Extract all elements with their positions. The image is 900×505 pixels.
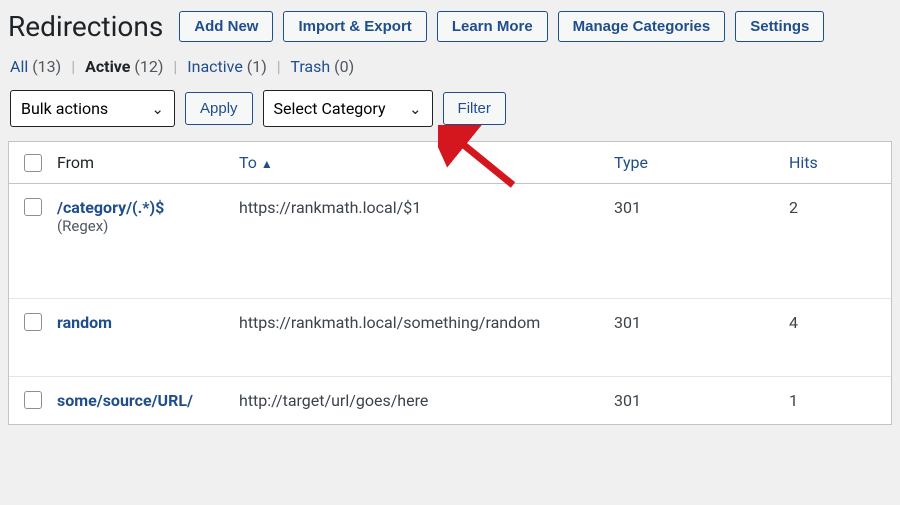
from-link[interactable]: random bbox=[57, 313, 231, 332]
from-sublabel: (Regex) bbox=[57, 217, 231, 235]
column-header-to[interactable]: To ▲ bbox=[239, 153, 614, 172]
learn-more-button[interactable]: Learn More bbox=[437, 11, 548, 42]
apply-button[interactable]: Apply bbox=[185, 92, 253, 125]
chevron-down-icon: ⌄ bbox=[409, 100, 422, 118]
table-row: some/source/URL/ http://target/url/goes/… bbox=[9, 377, 891, 424]
bulk-actions-select[interactable]: Bulk actions ⌄ bbox=[10, 90, 175, 127]
from-link[interactable]: some/source/URL/ bbox=[57, 391, 231, 410]
sort-asc-icon: ▲ bbox=[261, 157, 273, 171]
filter-all[interactable]: All bbox=[10, 57, 28, 76]
row-checkbox[interactable] bbox=[24, 313, 42, 331]
type-cell: 301 bbox=[614, 391, 789, 410]
filter-active-count: (12) bbox=[134, 57, 163, 76]
row-checkbox[interactable] bbox=[24, 198, 42, 216]
hits-cell: 2 bbox=[789, 198, 891, 217]
to-cell: http://target/url/goes/here bbox=[239, 391, 614, 410]
filter-trash-count: (0) bbox=[334, 57, 354, 76]
to-cell: https://rankmath.local/something/random bbox=[239, 313, 614, 332]
type-cell: 301 bbox=[614, 198, 789, 217]
filter-all-count: (13) bbox=[32, 57, 61, 76]
to-cell: https://rankmath.local/$1 bbox=[239, 198, 614, 217]
select-category-label: Select Category bbox=[274, 99, 386, 118]
chevron-down-icon: ⌄ bbox=[151, 100, 164, 118]
table-row: /category/(.*)$ (Regex) https://rankmath… bbox=[9, 184, 891, 299]
column-header-from[interactable]: From bbox=[57, 153, 239, 172]
add-new-button[interactable]: Add New bbox=[179, 11, 273, 42]
filter-inactive-count: (1) bbox=[247, 57, 267, 76]
select-all-checkbox[interactable] bbox=[24, 154, 42, 172]
from-link[interactable]: /category/(.*)$ bbox=[57, 198, 231, 217]
filter-inactive[interactable]: Inactive bbox=[187, 57, 243, 76]
redirections-table: From To ▲ Type Hits /category/(.*)$ (Reg… bbox=[8, 141, 892, 425]
hits-cell: 4 bbox=[789, 313, 891, 332]
manage-categories-button[interactable]: Manage Categories bbox=[558, 11, 726, 42]
row-checkbox[interactable] bbox=[24, 391, 42, 409]
filter-trash[interactable]: Trash bbox=[290, 57, 330, 76]
bulk-actions-label: Bulk actions bbox=[21, 99, 108, 118]
status-filters: All (13) | Active (12) | Inactive (1) | … bbox=[0, 53, 900, 90]
filter-button[interactable]: Filter bbox=[443, 92, 506, 125]
select-category-select[interactable]: Select Category ⌄ bbox=[263, 90, 433, 127]
type-cell: 301 bbox=[614, 313, 789, 332]
table-row: random https://rankmath.local/something/… bbox=[9, 299, 891, 377]
import-export-button[interactable]: Import & Export bbox=[283, 11, 426, 42]
filter-active[interactable]: Active bbox=[85, 57, 130, 76]
column-header-type[interactable]: Type bbox=[614, 153, 789, 172]
page-title: Redirections bbox=[8, 10, 163, 43]
column-header-hits[interactable]: Hits bbox=[789, 153, 891, 172]
hits-cell: 1 bbox=[789, 391, 891, 410]
settings-button[interactable]: Settings bbox=[735, 11, 824, 42]
